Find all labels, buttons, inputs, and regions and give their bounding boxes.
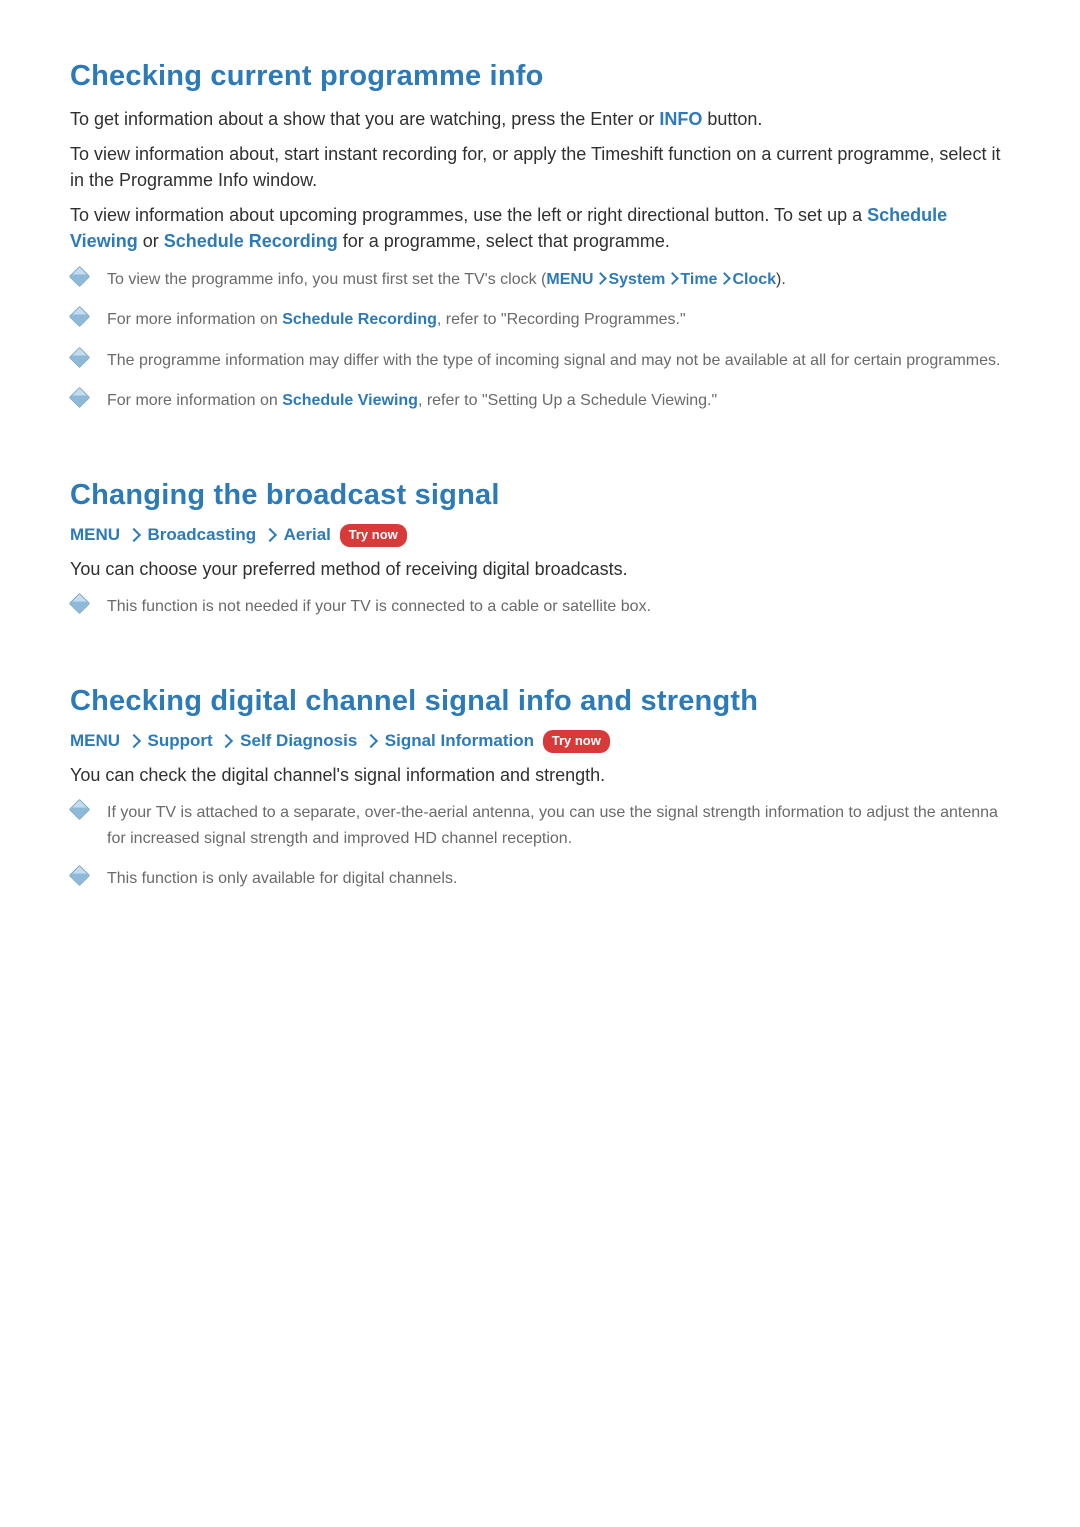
section2-notes: This function is not needed if your TV i… xyxy=(70,594,1010,620)
note-item: To view the programme info, you must fir… xyxy=(70,267,1010,293)
text: button. xyxy=(702,109,762,129)
menu-link[interactable]: MENU xyxy=(70,525,120,544)
text: , refer to "Setting Up a Schedule Viewin… xyxy=(418,392,717,409)
text: , refer to "Recording Programmes." xyxy=(437,311,686,328)
text: The programme information may differ wit… xyxy=(107,352,1000,369)
aerial-link[interactable]: Aerial xyxy=(284,525,331,544)
section3-title: Checking digital channel signal info and… xyxy=(70,680,1010,722)
note-item: For more information on Schedule Viewing… xyxy=(70,388,1010,414)
pencil-icon xyxy=(71,595,87,611)
support-link[interactable]: Support xyxy=(148,731,213,750)
section1-para1: To get information about a show that you… xyxy=(70,106,1010,132)
pencil-icon xyxy=(71,308,87,324)
pencil-icon xyxy=(71,389,87,405)
signal-information-link[interactable]: Signal Information xyxy=(385,731,534,750)
section2-desc: You can choose your preferred method of … xyxy=(70,556,1010,582)
note-item: If your TV is attached to a separate, ov… xyxy=(70,800,1010,851)
section1-para3: To view information about upcoming progr… xyxy=(70,202,1010,254)
text: for a programme, select that programme. xyxy=(338,231,670,251)
clock-link[interactable]: Clock xyxy=(732,271,776,288)
schedule-viewing-link[interactable]: Schedule Viewing xyxy=(282,392,418,409)
section3-desc: You can check the digital channel's sign… xyxy=(70,762,1010,788)
time-link[interactable]: Time xyxy=(680,271,717,288)
text: For more information on xyxy=(107,392,282,409)
section1-title: Checking current programme info xyxy=(70,55,1010,97)
note-item: For more information on Schedule Recordi… xyxy=(70,307,1010,333)
broadcasting-link[interactable]: Broadcasting xyxy=(148,525,257,544)
chevron-right-icon xyxy=(263,528,277,542)
pencil-icon xyxy=(71,801,87,817)
text: To view the programme info, you must fir… xyxy=(107,271,546,288)
self-diagnosis-link[interactable]: Self Diagnosis xyxy=(240,731,357,750)
text: or xyxy=(138,231,164,251)
chevron-right-icon xyxy=(364,734,378,748)
text: This function is not needed if your TV i… xyxy=(107,598,651,615)
section3-notes: If your TV is attached to a separate, ov… xyxy=(70,800,1010,892)
text: For more information on xyxy=(107,311,282,328)
text: To get information about a show that you… xyxy=(70,109,659,129)
info-button-ref[interactable]: INFO xyxy=(659,109,702,129)
chevron-right-icon xyxy=(219,734,233,748)
chevron-right-icon xyxy=(127,734,141,748)
manual-page: Checking current programme info To get i… xyxy=(0,0,1080,892)
section1-para2: To view information about, start instant… xyxy=(70,141,1010,193)
text: ). xyxy=(776,271,786,288)
text: This function is only available for digi… xyxy=(107,870,457,887)
chevron-right-icon xyxy=(127,528,141,542)
menu-link[interactable]: MENU xyxy=(70,731,120,750)
pencil-icon xyxy=(71,268,87,284)
chevron-right-icon xyxy=(595,272,608,285)
note-item: This function is only available for digi… xyxy=(70,866,1010,892)
schedule-recording-link[interactable]: Schedule Recording xyxy=(164,231,338,251)
text: If your TV is attached to a separate, ov… xyxy=(107,804,998,847)
menu-link[interactable]: MENU xyxy=(546,271,593,288)
section2-title: Changing the broadcast signal xyxy=(70,474,1010,516)
pencil-icon xyxy=(71,867,87,883)
schedule-recording-link[interactable]: Schedule Recording xyxy=(282,311,437,328)
note-item: This function is not needed if your TV i… xyxy=(70,594,1010,620)
chevron-right-icon xyxy=(667,272,680,285)
note-item: The programme information may differ wit… xyxy=(70,348,1010,374)
chevron-right-icon xyxy=(719,272,732,285)
section1-notes: To view the programme info, you must fir… xyxy=(70,267,1010,414)
system-link[interactable]: System xyxy=(608,271,665,288)
try-now-button[interactable]: Try now xyxy=(340,524,407,547)
section2-menu-path: MENU Broadcasting Aerial Try now xyxy=(70,521,1010,548)
try-now-button[interactable]: Try now xyxy=(543,730,610,753)
section3-menu-path: MENU Support Self Diagnosis Signal Infor… xyxy=(70,727,1010,754)
pencil-icon xyxy=(71,349,87,365)
text: To view information about upcoming progr… xyxy=(70,205,867,225)
